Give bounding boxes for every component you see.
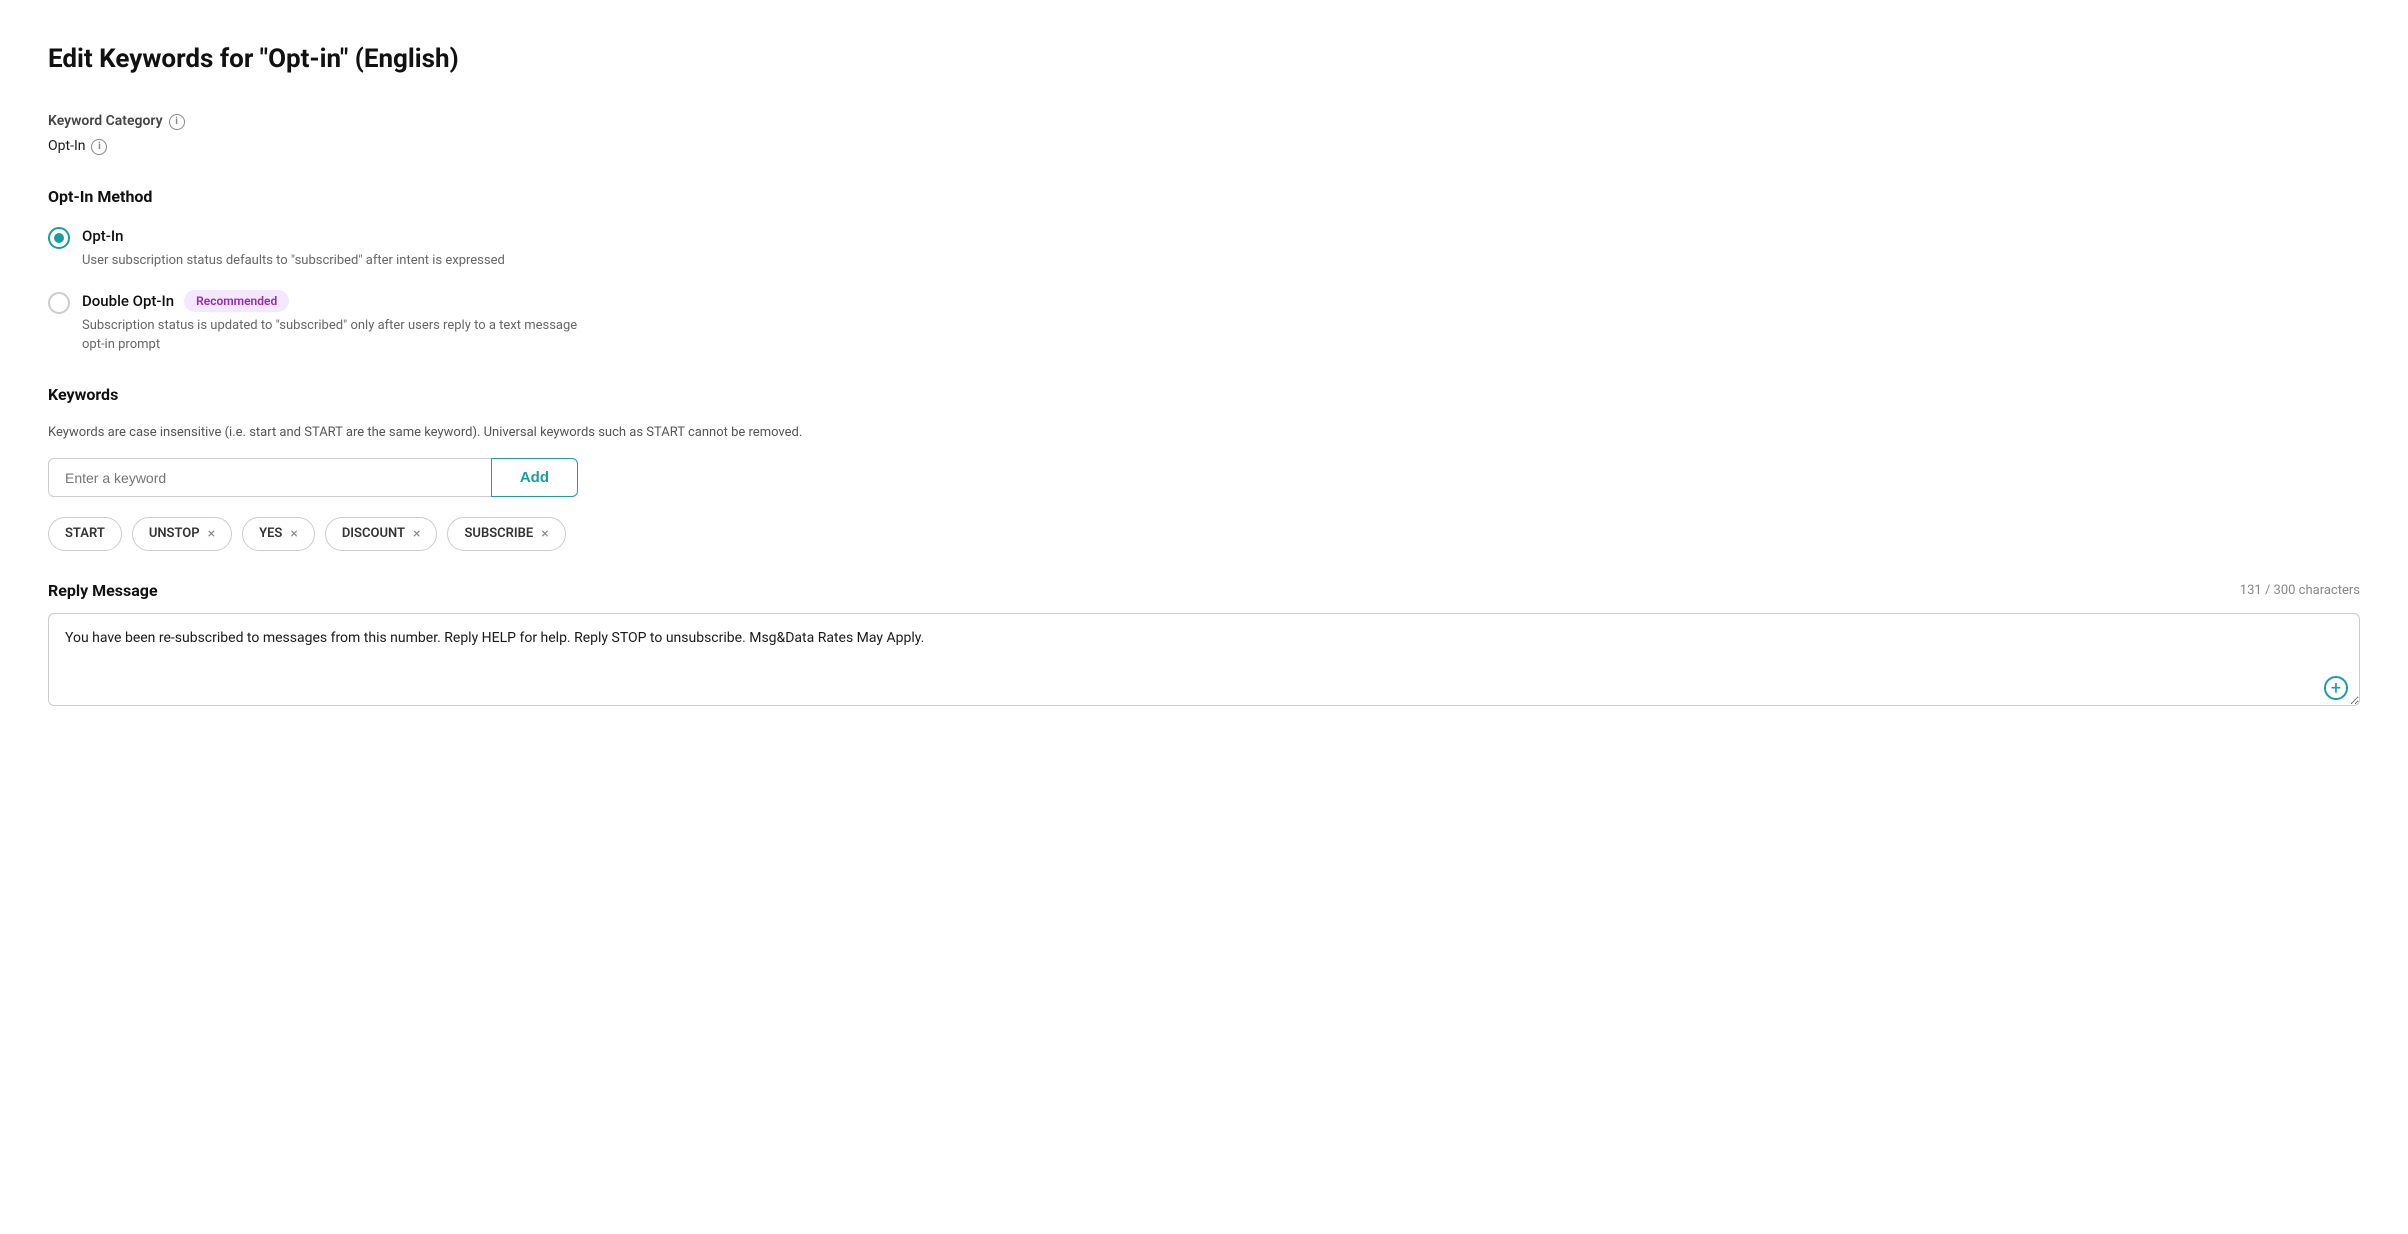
keyword-tag-subscribe: SUBSCRIBE ×	[447, 517, 565, 551]
keyword-category-label: Keyword Category i	[48, 111, 2360, 132]
remove-unstop-icon[interactable]: ×	[208, 527, 215, 541]
keywords-section: Keywords Keywords are case insensitive (…	[48, 383, 2360, 551]
reply-message-label: Reply Message	[48, 579, 158, 603]
keyword-category-info-icon[interactable]: i	[169, 114, 185, 130]
reply-message-header: Reply Message 131 / 300 characters	[48, 579, 2360, 603]
keyword-tag-unstop: UNSTOP ×	[132, 517, 232, 551]
remove-discount-icon[interactable]: ×	[413, 527, 420, 541]
reply-message-section: Reply Message 131 / 300 characters +	[48, 579, 2360, 713]
radio-opt-in-desc: User subscription status defaults to "su…	[82, 251, 505, 271]
radio-option-double-opt-in[interactable]: Double Opt-In Recommended Subscription s…	[48, 290, 2360, 355]
radio-option-opt-in[interactable]: Opt-In User subscription status defaults…	[48, 225, 2360, 270]
radio-double-opt-in-label: Double Opt-In Recommended Subscription s…	[82, 290, 602, 355]
keyword-input[interactable]	[48, 458, 491, 497]
keyword-category-value: Opt-In i	[48, 136, 2360, 157]
radio-opt-in-title: Opt-In	[82, 225, 505, 248]
radio-opt-in[interactable]	[48, 227, 70, 249]
keyword-category-section: Keyword Category i Opt-In i	[48, 111, 2360, 157]
keywords-description: Keywords are case insensitive (i.e. star…	[48, 423, 2360, 443]
keyword-tag-yes: YES ×	[242, 517, 315, 551]
reply-message-textarea[interactable]	[48, 613, 2360, 706]
add-keyword-button[interactable]: Add	[491, 458, 578, 497]
keyword-tag-start: START	[48, 517, 122, 551]
keywords-section-title: Keywords	[48, 383, 2360, 407]
opt-in-method-radio-group: Opt-In User subscription status defaults…	[48, 225, 2360, 355]
keyword-tag-discount: DISCOUNT ×	[325, 517, 438, 551]
char-count: 131 / 300 characters	[2240, 581, 2360, 601]
radio-opt-in-label: Opt-In User subscription status defaults…	[82, 225, 505, 270]
radio-double-opt-in-desc: Subscription status is updated to "subsc…	[82, 316, 602, 355]
add-message-icon[interactable]: +	[2324, 676, 2348, 700]
page-title: Edit Keywords for "Opt-in" (English)	[48, 40, 2360, 79]
keyword-tags-container: START UNSTOP × YES × DISCOUNT × SUBSCRIB…	[48, 517, 2360, 551]
opt-in-method-section: Opt-In Method Opt-In User subscription s…	[48, 185, 2360, 355]
recommended-badge: Recommended	[184, 290, 289, 312]
opt-in-info-icon[interactable]: i	[91, 139, 107, 155]
reply-message-wrapper: +	[48, 613, 2360, 713]
radio-double-opt-in[interactable]	[48, 292, 70, 314]
radio-double-opt-in-title: Double Opt-In Recommended	[82, 290, 602, 313]
keyword-input-row: Add	[48, 458, 578, 497]
remove-subscribe-icon[interactable]: ×	[541, 527, 548, 541]
opt-in-method-title: Opt-In Method	[48, 185, 2360, 209]
remove-yes-icon[interactable]: ×	[290, 527, 297, 541]
